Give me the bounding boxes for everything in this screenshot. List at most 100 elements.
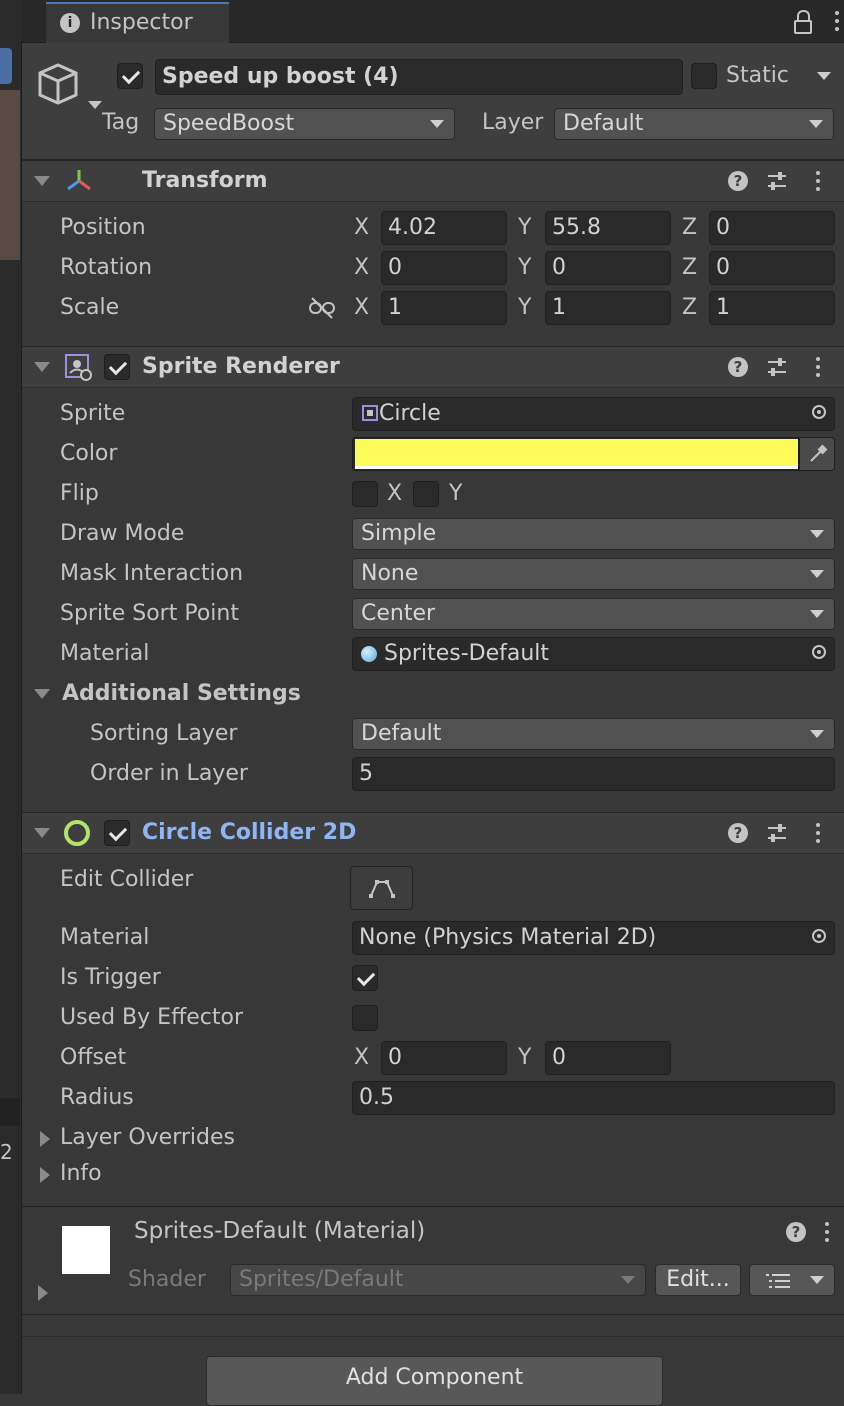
- color-swatch[interactable]: [352, 437, 799, 471]
- offset-y-label[interactable]: Y: [518, 1045, 531, 1070]
- shader-edit-button[interactable]: Edit...: [655, 1264, 741, 1296]
- lock-icon[interactable]: [794, 10, 812, 34]
- eyedropper-button[interactable]: [799, 437, 835, 471]
- sprite-renderer-header[interactable]: Sprite Renderer ?: [22, 346, 844, 388]
- flip-x-checkbox[interactable]: [352, 481, 378, 507]
- scale-x-field[interactable]: 1: [381, 291, 507, 325]
- circle-collider-header[interactable]: Circle Collider 2D ?: [22, 812, 844, 854]
- rotation-y-label[interactable]: Y: [518, 255, 531, 280]
- tab-inspector[interactable]: i Inspector: [46, 2, 229, 43]
- rotation-label: Rotation: [60, 255, 153, 280]
- active-checkbox[interactable]: [117, 63, 143, 89]
- object-picker-icon[interactable]: [812, 929, 826, 943]
- scale-z-field[interactable]: 1: [709, 291, 835, 325]
- sorting-layer-value: Default: [361, 721, 442, 746]
- scale-x-label[interactable]: X: [354, 295, 369, 320]
- shader-label: Shader: [128, 1267, 206, 1292]
- position-z-field[interactable]: 0: [709, 211, 835, 245]
- constrain-proportions-icon[interactable]: [308, 296, 336, 320]
- preset-sliders-icon[interactable]: [766, 356, 788, 378]
- position-x-label[interactable]: X: [354, 215, 369, 240]
- object-picker-icon[interactable]: [812, 405, 826, 419]
- transform-header[interactable]: Transform ?: [22, 160, 844, 202]
- tag-label: Tag: [102, 110, 140, 135]
- material-fold-icon[interactable]: [38, 1285, 48, 1301]
- chevron-down-icon: [810, 570, 824, 578]
- sprite-renderer-title: Sprite Renderer: [142, 354, 340, 379]
- offset-x-label[interactable]: X: [354, 1045, 369, 1070]
- static-dropdown-arrow[interactable]: [817, 72, 831, 80]
- scale-y-label[interactable]: Y: [518, 295, 531, 320]
- sorting-layer-dropdown[interactable]: Default: [352, 718, 835, 750]
- component-menu-icon[interactable]: [815, 356, 821, 378]
- help-icon[interactable]: ?: [728, 357, 748, 377]
- additional-settings-label[interactable]: Additional Settings: [62, 681, 301, 706]
- kebab-menu-icon[interactable]: [834, 10, 840, 32]
- position-y-label[interactable]: Y: [518, 215, 531, 240]
- object-picker-icon[interactable]: [812, 645, 826, 659]
- preset-sliders-icon[interactable]: [766, 170, 788, 192]
- fold-arrow-icon[interactable]: [34, 828, 50, 838]
- radius-field[interactable]: 0.5: [352, 1081, 835, 1115]
- help-icon[interactable]: ?: [786, 1222, 806, 1242]
- mask-interaction-dropdown[interactable]: None: [352, 558, 835, 590]
- tag-dropdown[interactable]: SpeedBoost: [154, 108, 455, 140]
- order-in-layer-label: Order in Layer: [90, 761, 248, 786]
- flip-y-checkbox[interactable]: [413, 481, 439, 507]
- shader-value: Sprites/Default: [239, 1267, 404, 1292]
- shader-options-button[interactable]: [749, 1264, 835, 1296]
- layer-dropdown[interactable]: Default: [554, 108, 834, 140]
- layer-overrides-fold-icon[interactable]: [40, 1131, 50, 1147]
- offset-y-field[interactable]: 0: [545, 1041, 671, 1075]
- sorting-layer-label: Sorting Layer: [90, 721, 238, 746]
- component-menu-icon[interactable]: [815, 822, 821, 844]
- scale-y-field[interactable]: 1: [545, 291, 671, 325]
- info-fold-icon[interactable]: [40, 1167, 50, 1183]
- layer-overrides-label[interactable]: Layer Overrides: [60, 1125, 235, 1150]
- help-icon[interactable]: ?: [728, 171, 748, 191]
- tab-title: Inspector: [90, 10, 193, 35]
- collider-material-field[interactable]: None (Physics Material 2D): [352, 921, 835, 955]
- material-object-field[interactable]: Sprites-Default: [352, 637, 835, 671]
- edit-collider-button[interactable]: [350, 866, 413, 910]
- used-by-effector-checkbox[interactable]: [352, 1005, 378, 1031]
- scale-z-label[interactable]: Z: [682, 295, 697, 320]
- scene-edge-button[interactable]: [0, 48, 12, 84]
- fold-arrow-icon[interactable]: [34, 176, 50, 186]
- position-y-field[interactable]: 55.8: [545, 211, 671, 245]
- color-fill: [355, 439, 798, 466]
- mask-interaction-label: Mask Interaction: [60, 561, 244, 586]
- material-preview-thumbnail[interactable]: [62, 1226, 110, 1274]
- info-label[interactable]: Info: [60, 1161, 102, 1186]
- rotation-z-field[interactable]: 0: [709, 251, 835, 285]
- preset-sliders-icon[interactable]: [766, 822, 788, 844]
- draw-mode-value: Simple: [361, 521, 437, 546]
- gameobject-cube-icon[interactable]: [36, 61, 106, 117]
- sprite-sort-point-value: Center: [361, 601, 436, 626]
- additional-settings-fold-icon[interactable]: [34, 689, 50, 699]
- is-trigger-checkbox[interactable]: [352, 965, 378, 991]
- rotation-y-field[interactable]: 0: [545, 251, 671, 285]
- material-menu-icon[interactable]: [824, 1221, 830, 1243]
- material-label: Material: [60, 641, 150, 666]
- offset-x-field[interactable]: 0: [381, 1041, 507, 1075]
- rotation-x-label[interactable]: X: [354, 255, 369, 280]
- help-icon[interactable]: ?: [728, 823, 748, 843]
- rotation-z-label[interactable]: Z: [682, 255, 697, 280]
- transform-icon: [67, 170, 91, 191]
- gameobject-name-field[interactable]: Speed up boost (4): [155, 59, 683, 95]
- fold-arrow-icon[interactable]: [34, 362, 50, 372]
- rotation-x-field[interactable]: 0: [381, 251, 507, 285]
- scene-edge-strip: 2: [0, 0, 22, 1394]
- order-in-layer-field[interactable]: 5: [352, 757, 835, 791]
- add-component-button[interactable]: Add Component: [206, 1356, 663, 1406]
- position-x-field[interactable]: 4.02: [381, 211, 507, 245]
- static-checkbox[interactable]: [691, 63, 717, 89]
- sprite-object-field[interactable]: Circle: [352, 397, 835, 431]
- draw-mode-dropdown[interactable]: Simple: [352, 518, 835, 550]
- component-menu-icon[interactable]: [815, 170, 821, 192]
- circle-collider-enabled-checkbox[interactable]: [104, 820, 130, 846]
- sprite-renderer-enabled-checkbox[interactable]: [104, 354, 130, 380]
- position-z-label[interactable]: Z: [682, 215, 697, 240]
- sprite-sort-point-dropdown[interactable]: Center: [352, 598, 835, 630]
